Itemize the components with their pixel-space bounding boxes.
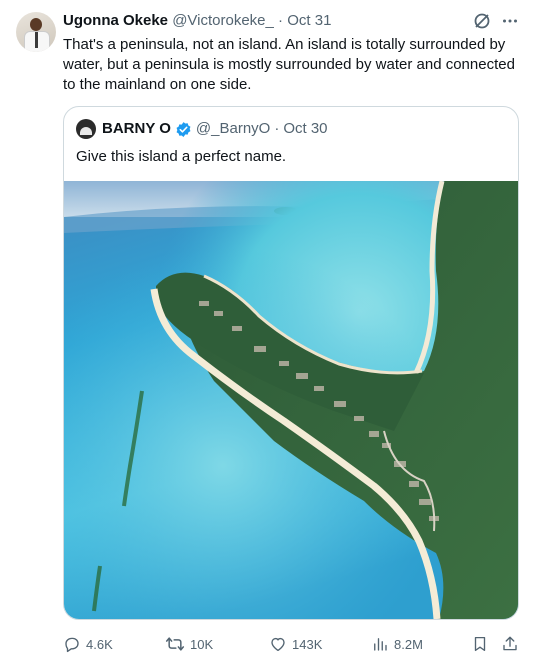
quoted-header: BARNY O @_BarnyO · Oct 30 bbox=[76, 119, 328, 139]
verified-badge-icon bbox=[175, 121, 192, 138]
post-date[interactable]: Oct 31 bbox=[287, 12, 331, 29]
quoted-author-handle: @_BarnyO bbox=[195, 120, 271, 137]
reply-icon bbox=[63, 635, 81, 653]
like-button[interactable]: 143K bbox=[269, 634, 322, 654]
peninsula-aerial-photo[interactable] bbox=[64, 181, 518, 619]
reply-button[interactable]: 4.6K bbox=[63, 634, 113, 654]
quoted-date: Oct 30 bbox=[283, 120, 328, 137]
quoted-text: Give this island a perfect name. bbox=[76, 148, 287, 165]
header-separator: · bbox=[278, 12, 284, 29]
post-text: That's a peninsula, not an island. An is… bbox=[63, 36, 515, 93]
repost-button[interactable]: 10K bbox=[165, 634, 213, 654]
like-count: 143K bbox=[292, 636, 323, 652]
quoted-post[interactable]: BARNY O @_BarnyO · Oct 30 Give this isla… bbox=[63, 106, 519, 620]
post-actions: 4.6K 10K 143K 8.2M bbox=[63, 634, 522, 654]
like-icon bbox=[269, 635, 287, 653]
views-icon bbox=[371, 635, 389, 653]
quoted-author-name: BARNY O bbox=[102, 120, 171, 137]
author-avatar[interactable] bbox=[16, 12, 56, 52]
share-icon bbox=[501, 635, 519, 653]
quoted-separator: · bbox=[274, 120, 280, 137]
quoted-avatar bbox=[76, 119, 96, 139]
repost-count: 10K bbox=[190, 636, 214, 652]
author-name[interactable]: Ugonna Okeke bbox=[63, 12, 168, 29]
repost-icon bbox=[165, 635, 185, 653]
views-button[interactable]: 8.2M bbox=[371, 634, 423, 654]
more-icon[interactable] bbox=[501, 12, 519, 30]
grok-icon[interactable] bbox=[473, 12, 491, 30]
bookmark-icon bbox=[471, 635, 489, 653]
views-count: 8.2M bbox=[394, 636, 423, 652]
post-header: Ugonna Okeke @Victorokeke_ · Oct 31 bbox=[63, 11, 519, 31]
bookmark-button[interactable] bbox=[471, 634, 489, 654]
reply-count: 4.6K bbox=[86, 636, 113, 652]
share-button[interactable] bbox=[501, 634, 519, 654]
author-handle[interactable]: @Victorokeke_ bbox=[172, 12, 274, 29]
